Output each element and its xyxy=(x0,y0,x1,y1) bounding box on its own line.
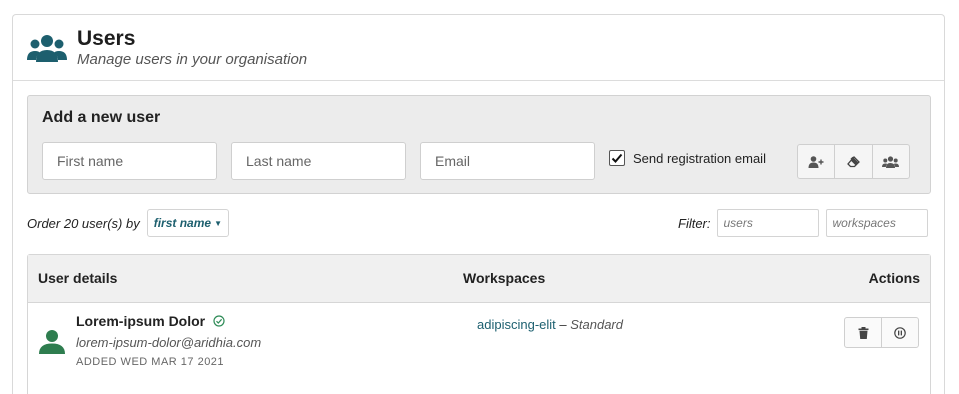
page-subtitle: Manage users in your organisation xyxy=(77,50,308,68)
send-registration-email-checkbox[interactable] xyxy=(609,150,625,166)
workspace-separator: – xyxy=(555,317,571,332)
pause-icon xyxy=(894,326,906,339)
order-by-dropdown[interactable]: first name ▼ xyxy=(146,209,229,237)
user-name-text: Lorem-ipsum Dolor xyxy=(76,313,206,329)
delete-user-button[interactable] xyxy=(845,318,882,347)
workspace-role: Standard xyxy=(570,317,623,332)
order-label: Order 20 user(s) by xyxy=(27,215,140,231)
add-user-button-group xyxy=(797,144,910,179)
filter-label: Filter: xyxy=(678,215,711,231)
send-registration-email-option[interactable]: Send registration email xyxy=(609,150,766,166)
suspend-user-button[interactable] xyxy=(882,318,918,347)
order-control: Order 20 user(s) by first name ▼ xyxy=(27,209,229,237)
check-circle-icon xyxy=(213,315,225,327)
page-title: Users xyxy=(77,26,136,50)
user-email: lorem-ipsum-dolor@aridhia.com xyxy=(76,335,262,350)
filter-users-input[interactable] xyxy=(716,209,819,237)
page-header: Users Manage users in your organisation xyxy=(13,15,944,81)
order-by-value: first name xyxy=(153,216,212,230)
trash-icon xyxy=(858,326,868,339)
row-actions xyxy=(844,317,919,348)
clear-form-button[interactable] xyxy=(835,145,873,178)
add-user-title: Add a new user xyxy=(42,109,161,126)
column-header-actions: Actions xyxy=(868,270,920,286)
bulk-add-users-button[interactable] xyxy=(873,145,909,178)
add-user-form: Add a new user Send registration email xyxy=(27,95,931,194)
users-table: User details Workspaces Actions Lorem-ip… xyxy=(27,254,931,394)
column-header-user-details: User details xyxy=(38,270,118,286)
filter-control: Filter: xyxy=(678,209,928,237)
add-user-icon xyxy=(808,155,824,168)
user-name[interactable]: Lorem-ipsum Dolor xyxy=(76,313,225,329)
users-group-icon xyxy=(27,34,67,62)
table-header: User details Workspaces Actions xyxy=(28,255,930,303)
workspace-link[interactable]: adipiscing-elit xyxy=(477,317,556,332)
filter-workspaces-input[interactable] xyxy=(825,209,928,237)
first-name-input[interactable] xyxy=(42,142,217,180)
users-panel: Users Manage users in your organisation … xyxy=(12,14,945,394)
checkmark-icon xyxy=(611,153,623,163)
send-registration-email-label: Send registration email xyxy=(633,150,766,166)
user-workspace: adipiscing-elit – Standard xyxy=(477,317,623,332)
add-user-button[interactable] xyxy=(798,145,836,178)
eraser-icon xyxy=(847,155,860,167)
email-input[interactable] xyxy=(420,142,595,180)
last-name-input[interactable] xyxy=(231,142,406,180)
chevron-down-icon: ▼ xyxy=(214,218,222,228)
users-group-icon xyxy=(882,155,900,168)
user-avatar-icon xyxy=(39,330,65,354)
column-header-workspaces: Workspaces xyxy=(463,270,546,286)
user-added-date: ADDED WED MAR 17 2021 xyxy=(76,356,225,368)
